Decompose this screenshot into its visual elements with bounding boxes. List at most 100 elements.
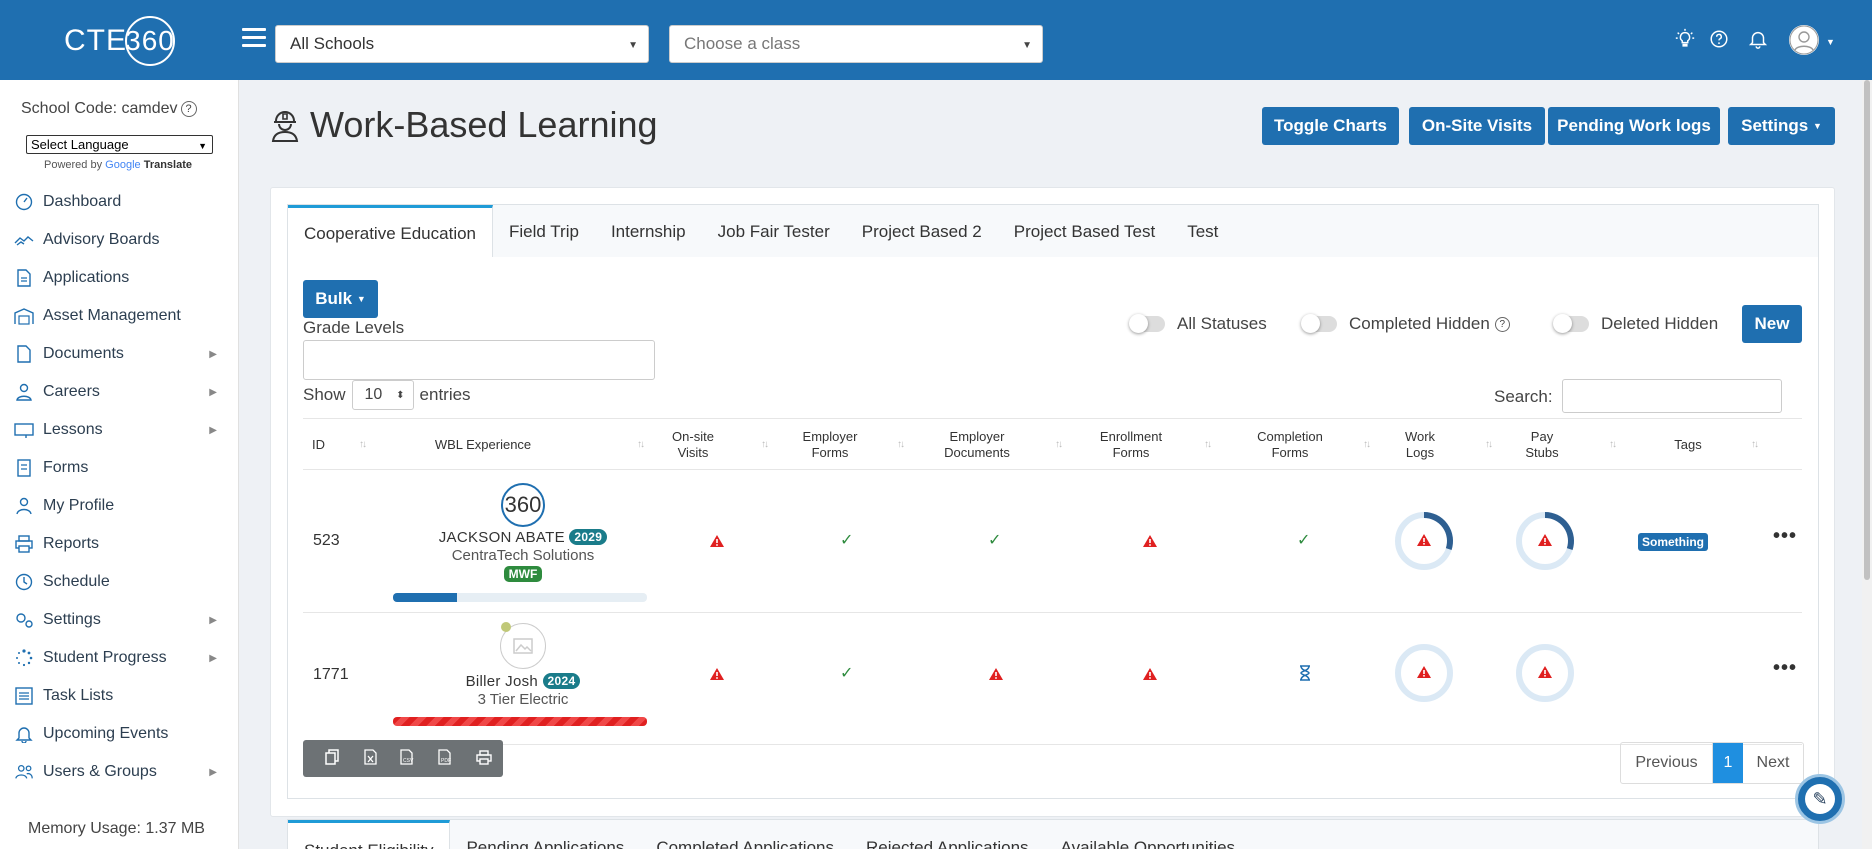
tab-available-opportunities[interactable]: Available Opportunities [1045,820,1252,849]
tab-student-eligibility[interactable]: Student Eligibility [288,820,451,849]
warning-icon[interactable] [709,667,725,681]
tab-project-based-2[interactable]: Project Based 2 [846,205,998,259]
school-select[interactable]: All Schools ▼ [275,25,649,63]
tab-test[interactable]: Test [1171,205,1234,259]
sidebar-item-asset-management[interactable]: Asset Management [0,297,239,335]
sidebar-item-users-groups[interactable]: Users & Groups ▶ [0,753,239,791]
col-onsite-visits[interactable]: On-site Visits [663,419,723,471]
translate-link[interactable]: Translate [144,159,192,171]
sort-icon[interactable]: ↑↓ [359,439,367,450]
tab-job-fair-tester[interactable]: Job Fair Tester [702,205,846,259]
wbl-experience-cell[interactable]: Biller Josh 2024 3 Tier Electric [393,622,653,708]
student-name[interactable]: Biller Josh [466,673,539,690]
tab-project-based-test[interactable]: Project Based Test [998,205,1171,259]
language-select[interactable]: Select Language ▼ [26,135,213,154]
col-completion-forms[interactable]: Completion Forms [1251,419,1329,471]
sidebar-item-documents[interactable]: Documents ▶ [0,335,239,373]
col-employer-documents[interactable]: Employer Documents [935,419,1019,471]
tab-pending-applications[interactable]: Pending Applications [450,820,640,849]
check-icon[interactable]: ✓ [840,663,853,683]
class-select[interactable]: Choose a class ▼ [669,25,1043,63]
sidebar-item-reports[interactable]: Reports [0,525,239,563]
cte360-logo[interactable]: CTE 360 [64,16,178,66]
hamburger-menu-icon[interactable] [242,28,266,50]
help-icon[interactable]: ? [180,101,197,117]
warning-icon[interactable] [988,667,1004,681]
pay-stubs-donut[interactable] [1514,642,1576,704]
lightbulb-icon[interactable] [1674,28,1696,50]
settings-dropdown-button[interactable]: Settings ▼ [1728,107,1835,145]
col-enrollment-forms[interactable]: Enrollment Forms [1093,419,1169,471]
toggle-switch[interactable] [1129,314,1165,333]
tab-internship[interactable]: Internship [595,205,702,259]
sidebar-item-upcoming-events[interactable]: Upcoming Events [0,715,239,753]
sort-icon[interactable]: ↑↓ [1751,439,1759,450]
page-1-button[interactable]: 1 [1713,743,1743,783]
sidebar-item-schedule[interactable]: Schedule [0,563,239,601]
check-icon[interactable]: ✓ [1297,530,1310,550]
sort-icon[interactable]: ↑↓ [1204,439,1212,450]
tab-field-trip[interactable]: Field Trip [493,205,595,259]
warning-icon[interactable] [1142,534,1158,548]
entries-select[interactable]: 10 ⬍ [351,380,414,410]
toggle-completed-hidden[interactable]: Completed Hidden ? [1301,314,1510,334]
toggle-all-statuses[interactable]: All Statuses [1129,314,1267,334]
row-actions-menu-icon[interactable]: ••• [1773,525,1797,548]
sort-icon[interactable]: ↑↓ [761,439,769,450]
row-actions-menu-icon[interactable]: ••• [1773,657,1797,680]
grade-levels-input[interactable] [303,340,655,380]
toggle-switch[interactable] [1301,314,1337,333]
sidebar-item-applications[interactable]: Applications [0,259,239,297]
work-logs-donut[interactable] [1393,642,1455,704]
sidebar-item-dashboard[interactable]: Dashboard [0,183,239,221]
pay-stubs-donut[interactable] [1514,510,1576,572]
col-wbl-experience[interactable]: WBL Experience [383,419,583,471]
toggle-switch[interactable] [1553,314,1589,333]
sidebar-item-my-profile[interactable]: My Profile [0,487,239,525]
search-input[interactable] [1562,379,1782,413]
tab-rejected-applications[interactable]: Rejected Applications [850,820,1045,849]
excel-icon[interactable] [351,749,389,768]
col-pay-stubs[interactable]: Pay Stubs [1525,419,1559,471]
new-button[interactable]: New [1742,305,1802,343]
tag-badge[interactable]: Something [1638,533,1708,551]
csv-icon[interactable]: CSV [389,749,427,768]
tab-completed-applications[interactable]: Completed Applications [640,820,850,849]
sidebar-item-forms[interactable]: Forms [0,449,239,487]
sort-icon[interactable]: ↑↓ [1485,439,1493,450]
toggle-charts-button[interactable]: Toggle Charts [1262,107,1399,145]
toggle-deleted-hidden[interactable]: Deleted Hidden [1553,314,1718,334]
col-employer-forms[interactable]: Employer Forms [795,419,865,471]
sidebar-item-student-progress[interactable]: Student Progress ▶ [0,639,239,677]
warning-icon[interactable] [1142,667,1158,681]
page-scrollbar[interactable] [1862,80,1872,849]
bulk-dropdown-button[interactable]: Bulk ▼ [303,280,378,318]
pending-work-logs-button[interactable]: Pending Work logs [1548,107,1720,145]
user-avatar-icon[interactable] [1789,25,1819,55]
sort-icon[interactable]: ↑↓ [1609,439,1617,450]
sidebar-item-task-lists[interactable]: Task Lists [0,677,239,715]
hourglass-icon[interactable] [1299,665,1311,681]
sort-icon[interactable]: ↑↓ [897,439,905,450]
check-icon[interactable]: ✓ [840,530,853,550]
copy-icon[interactable] [313,749,351,768]
print-icon[interactable] [465,749,503,768]
user-menu-caret-icon[interactable]: ▼ [1826,37,1835,47]
help-icon[interactable]: ? [1494,316,1510,332]
pdf-icon[interactable]: PDF [427,749,465,768]
sidebar-item-careers[interactable]: Careers ▶ [0,373,239,411]
sort-icon[interactable]: ↑↓ [1363,439,1371,450]
table-row[interactable]: 523 360 JACKSON ABATE 2029 CentraTech So… [303,471,1802,613]
tab-cooperative-education[interactable]: Cooperative Education [288,205,494,259]
onsite-visits-button[interactable]: On-Site Visits [1409,107,1545,145]
warning-icon[interactable] [709,534,725,548]
sidebar-item-advisory-boards[interactable]: Advisory Boards [0,221,239,259]
bell-icon[interactable] [1747,28,1769,50]
next-page-button[interactable]: Next [1743,743,1803,783]
sort-icon[interactable]: ↑↓ [637,439,645,450]
scrollbar-thumb[interactable] [1864,80,1870,580]
student-name[interactable]: JACKSON ABATE [439,529,565,546]
chat-widget-button[interactable]: ✎ [1795,774,1845,824]
col-id[interactable]: ID [303,419,333,471]
col-tags[interactable]: Tags [1663,419,1713,471]
